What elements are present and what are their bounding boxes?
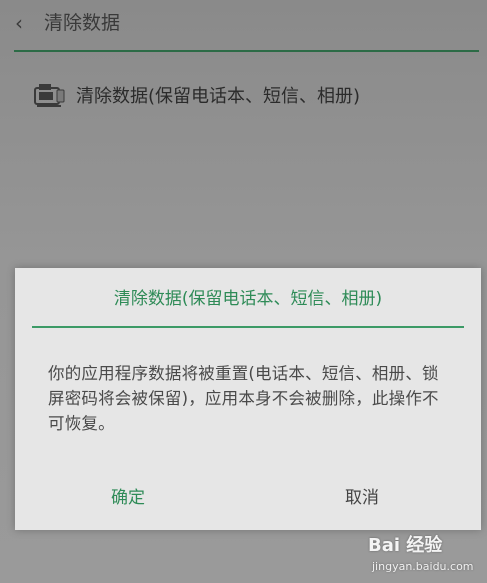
page-title: 清除数据 (44, 12, 121, 34)
dialog-message: 你的应用程序数据将被重置(电话本、短信、相册、锁屏密码将会被保留)，应用本身不会… (48, 364, 439, 433)
confirm-button[interactable]: 确定 (111, 485, 145, 511)
dialog-button-bar: 确定 取消 (15, 468, 481, 530)
dialog-title: 清除数据(保留电话本、短信、相册) (113, 289, 383, 309)
dialog-divider (32, 326, 464, 328)
option-label: 清除数据(保留电话本、短信、相册) (76, 86, 361, 107)
cancel-button[interactable]: 取消 (345, 485, 379, 511)
confirm-dialog: 清除数据(保留电话本、短信、相册) 你的应用程序数据将被重置(电话本、短信、相册… (15, 268, 481, 530)
baidu-jingyan-watermark: Bai 经验 jingyan.baidu.com (368, 534, 483, 578)
clear-data-option[interactable]: 清除数据(保留电话本、短信、相册) (0, 70, 487, 128)
watermark-url: jingyan.baidu.com (372, 560, 474, 573)
header-divider (14, 50, 479, 52)
header-bar: ‹ 清除数据 (0, 0, 487, 48)
watermark-brand: Bai 经验 (368, 535, 443, 556)
phone-storage-icon (34, 84, 65, 107)
chevron-left-icon[interactable]: ‹ (10, 13, 28, 33)
